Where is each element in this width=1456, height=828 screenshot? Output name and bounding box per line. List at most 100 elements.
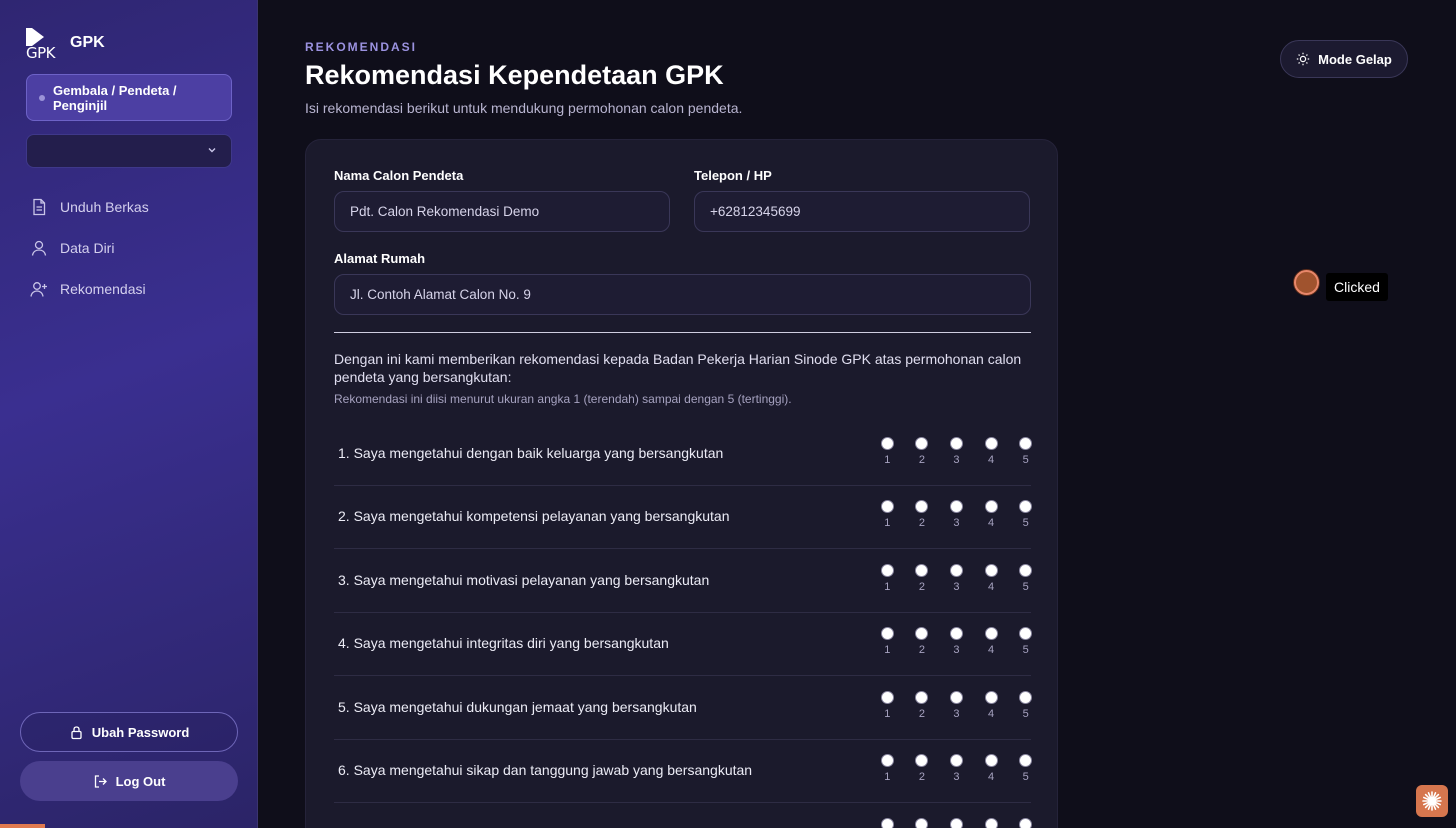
theme-toggle-button[interactable]: Mode Gelap <box>1280 40 1408 78</box>
rating-option: 3 <box>939 627 974 656</box>
logout-label: Log Out <box>115 773 166 789</box>
rating-number: 2 <box>918 581 925 593</box>
question-row: 2. Saya mengetahui kompetensi pelayanan … <box>334 486 1033 549</box>
rating-option: 5 <box>1008 754 1043 783</box>
church-select[interactable] <box>26 134 232 168</box>
rating-radio-3[interactable] <box>949 627 963 640</box>
rating-option: 3 <box>939 437 974 466</box>
sidebar-item-label: Rekomendasi <box>60 280 146 297</box>
rating-number: 1 <box>884 454 891 466</box>
recommendation-intro: Dengan ini kami memberikan rekomendasi k… <box>334 351 1022 385</box>
rating-option: 3 <box>939 691 974 720</box>
rating-number: 3 <box>953 644 960 656</box>
role-badge[interactable]: Gembala / Pendeta / Penginjil <box>26 74 232 121</box>
rating-radio-5[interactable] <box>1019 818 1033 828</box>
rating-radio-2[interactable] <box>915 691 929 704</box>
change-password-button[interactable]: Ubah Password <box>20 712 238 752</box>
rating-radio-3[interactable] <box>949 754 963 767</box>
rating-radio-4[interactable] <box>984 754 998 767</box>
rating-radio-4[interactable] <box>984 500 998 513</box>
rating-option: 4 <box>974 500 1009 529</box>
brand[interactable]: GPK GPK <box>26 28 105 62</box>
rating-radio-5[interactable] <box>1019 754 1033 767</box>
phone-input[interactable] <box>694 191 1030 232</box>
rating-option: 5 <box>1008 500 1043 529</box>
rating-number: 3 <box>953 581 960 593</box>
rating-radio-1[interactable] <box>880 754 894 767</box>
rating-number: 2 <box>918 644 925 656</box>
rating-radio-4[interactable] <box>984 627 998 640</box>
rating-option: 2 <box>905 627 940 656</box>
rating-option: 2 <box>905 691 940 720</box>
sidebar-item-unduh-berkas[interactable]: Unduh Berkas <box>30 186 250 227</box>
rating-radio-1[interactable] <box>880 691 894 704</box>
question-row: 6. Saya mengetahui sikap dan tanggung ja… <box>334 740 1033 803</box>
rating-radio-2[interactable] <box>915 564 929 577</box>
rating-radio-1[interactable] <box>880 500 894 513</box>
rating-option: 4 <box>974 627 1009 656</box>
name-label: Nama Calon Pendeta <box>334 168 464 183</box>
name-input[interactable] <box>334 191 670 232</box>
rating-option: 4 <box>974 754 1009 783</box>
question-text: 6. Saya mengetahui sikap dan tanggung ja… <box>338 762 753 778</box>
question-row <box>334 804 1033 828</box>
section-divider <box>334 332 1031 333</box>
rating-option: 3 <box>939 754 974 783</box>
rating-radio-3[interactable] <box>949 691 963 704</box>
rating-radio-2[interactable] <box>915 500 929 513</box>
phone-label: Telepon / HP <box>694 168 772 183</box>
file-icon <box>33 198 46 215</box>
rating-radio-1[interactable] <box>880 627 894 640</box>
rating-radio-1[interactable] <box>880 818 894 828</box>
rating-number: 1 <box>884 581 891 593</box>
click-label: Clicked <box>1326 273 1388 301</box>
rating-radio-4[interactable] <box>984 691 998 704</box>
sidebar-item-label: Unduh Berkas <box>60 198 149 215</box>
rating-number: 4 <box>988 581 995 593</box>
question-row: 4. Saya mengetahui integritas diri yang … <box>334 613 1033 676</box>
rating-number: 3 <box>953 708 960 720</box>
rating-radio-5[interactable] <box>1019 627 1033 640</box>
rating-number: 4 <box>988 454 995 466</box>
logout-icon <box>94 774 107 788</box>
rating-number: 5 <box>1022 454 1029 466</box>
rating-option: 2 <box>905 754 940 783</box>
rating-radio-5[interactable] <box>1019 500 1033 513</box>
rating-number: 1 <box>884 771 891 783</box>
rating-option: 2 <box>905 437 940 466</box>
rating-radio-3[interactable] <box>949 818 963 828</box>
rating-radio-1[interactable] <box>880 564 894 577</box>
rating-radio-5[interactable] <box>1019 691 1033 704</box>
user-icon <box>31 240 47 256</box>
rating-radio-2[interactable] <box>915 818 929 828</box>
lock-icon <box>71 725 82 739</box>
rating-option: 1 <box>870 754 905 783</box>
rating-radio-2[interactable] <box>915 754 929 767</box>
rating-radio-1[interactable] <box>880 437 894 450</box>
assistant-badge-icon[interactable] <box>1416 785 1448 817</box>
rating-radio-3[interactable] <box>949 564 963 577</box>
rating-radio-3[interactable] <box>949 500 963 513</box>
address-input[interactable] <box>334 274 1031 315</box>
sidebar-item-data-diri[interactable]: Data Diri <box>30 227 250 268</box>
role-dot-icon <box>39 94 45 101</box>
rating-radio-group: 1 2 3 4 5 <box>870 691 1043 720</box>
question-text: 3. Saya mengetahui motivasi pelayanan ya… <box>338 572 710 588</box>
rating-radio-4[interactable] <box>984 564 998 577</box>
logout-button[interactable]: Log Out <box>20 761 238 801</box>
rating-option: 4 <box>974 691 1009 720</box>
rating-radio-4[interactable] <box>984 437 998 450</box>
theme-toggle-label: Mode Gelap <box>1318 51 1392 67</box>
rating-radio-5[interactable] <box>1019 437 1033 450</box>
rating-radio-2[interactable] <box>915 627 929 640</box>
rating-radio-2[interactable] <box>915 437 929 450</box>
question-text: 5. Saya mengetahui dukungan jemaat yang … <box>338 699 697 715</box>
rating-option: 1 <box>870 691 905 720</box>
rating-radio-4[interactable] <box>984 818 998 828</box>
recommendation-form-card: Nama Calon Pendeta Telepon / HP Alamat R… <box>305 139 1058 828</box>
sidebar-item-rekomendasi[interactable]: Rekomendasi <box>30 268 250 309</box>
rating-radio-group: 1 2 3 4 5 <box>870 564 1043 593</box>
user-plus-icon <box>30 281 47 297</box>
rating-radio-5[interactable] <box>1019 564 1033 577</box>
rating-radio-3[interactable] <box>949 437 963 450</box>
